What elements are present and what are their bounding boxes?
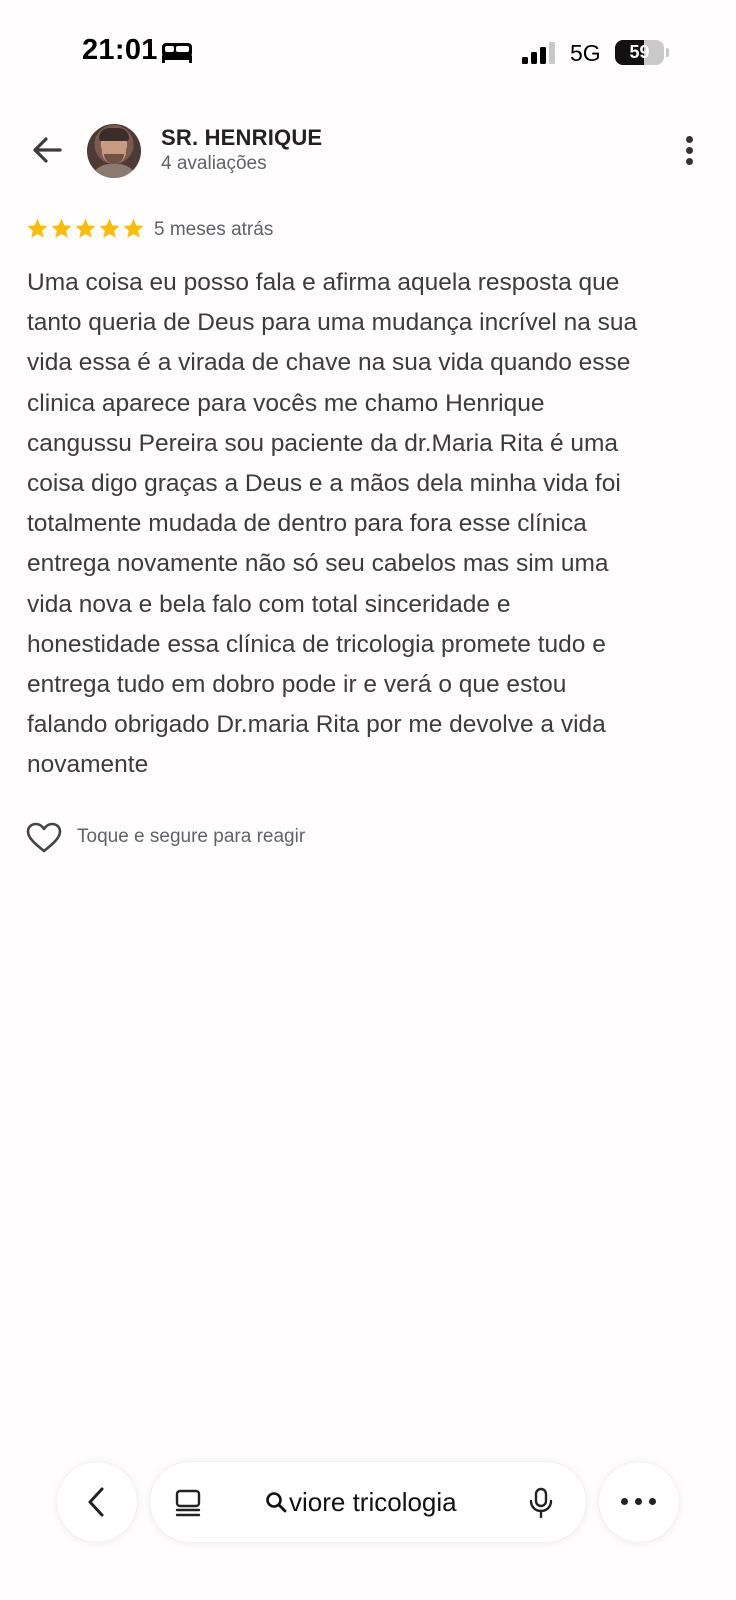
battery-cap: [666, 48, 669, 57]
bed-icon: [162, 43, 192, 63]
avatar[interactable]: [87, 124, 141, 178]
search-query[interactable]: viore tricologia: [289, 1487, 457, 1518]
more-horizontal-icon: [621, 1498, 657, 1506]
address-bar[interactable]: viore tricologia: [150, 1462, 586, 1542]
chevron-left-icon: [88, 1487, 104, 1517]
tabs-icon[interactable]: [174, 1489, 202, 1517]
battery-level: 59: [629, 42, 650, 62]
review-count: 4 avaliações: [161, 153, 267, 174]
mic-icon[interactable]: [528, 1487, 554, 1519]
star-icon: [51, 218, 72, 238]
review-text: Uma coisa eu posso fala e afirma aquela …: [27, 269, 638, 779]
more-options-button[interactable]: [599, 1462, 679, 1542]
reaction-hint: Toque e segure para reagir: [77, 826, 306, 847]
star-icon: [123, 218, 144, 238]
arrow-back-icon[interactable]: [30, 133, 64, 167]
star-icon: [75, 218, 96, 238]
heart-outline-icon[interactable]: [26, 822, 62, 854]
star-icon: [27, 218, 48, 238]
browser-back-button[interactable]: [57, 1462, 137, 1542]
signal-icon: [522, 42, 555, 64]
network-label: 5G: [570, 40, 601, 66]
star-icon: [99, 218, 120, 238]
more-vertical-icon[interactable]: [683, 134, 695, 168]
status-time: 21:01: [82, 34, 158, 66]
star-rating: [26, 217, 145, 240]
review-page: 21:01 5G 59 SR. HENRIQUE 4 avaliações 5: [0, 0, 736, 1600]
review-date: 5 meses atrás: [154, 219, 274, 240]
reviewer-name[interactable]: SR. HENRIQUE: [161, 125, 322, 151]
battery-icon: 59: [615, 40, 664, 65]
search-icon: [266, 1492, 287, 1513]
